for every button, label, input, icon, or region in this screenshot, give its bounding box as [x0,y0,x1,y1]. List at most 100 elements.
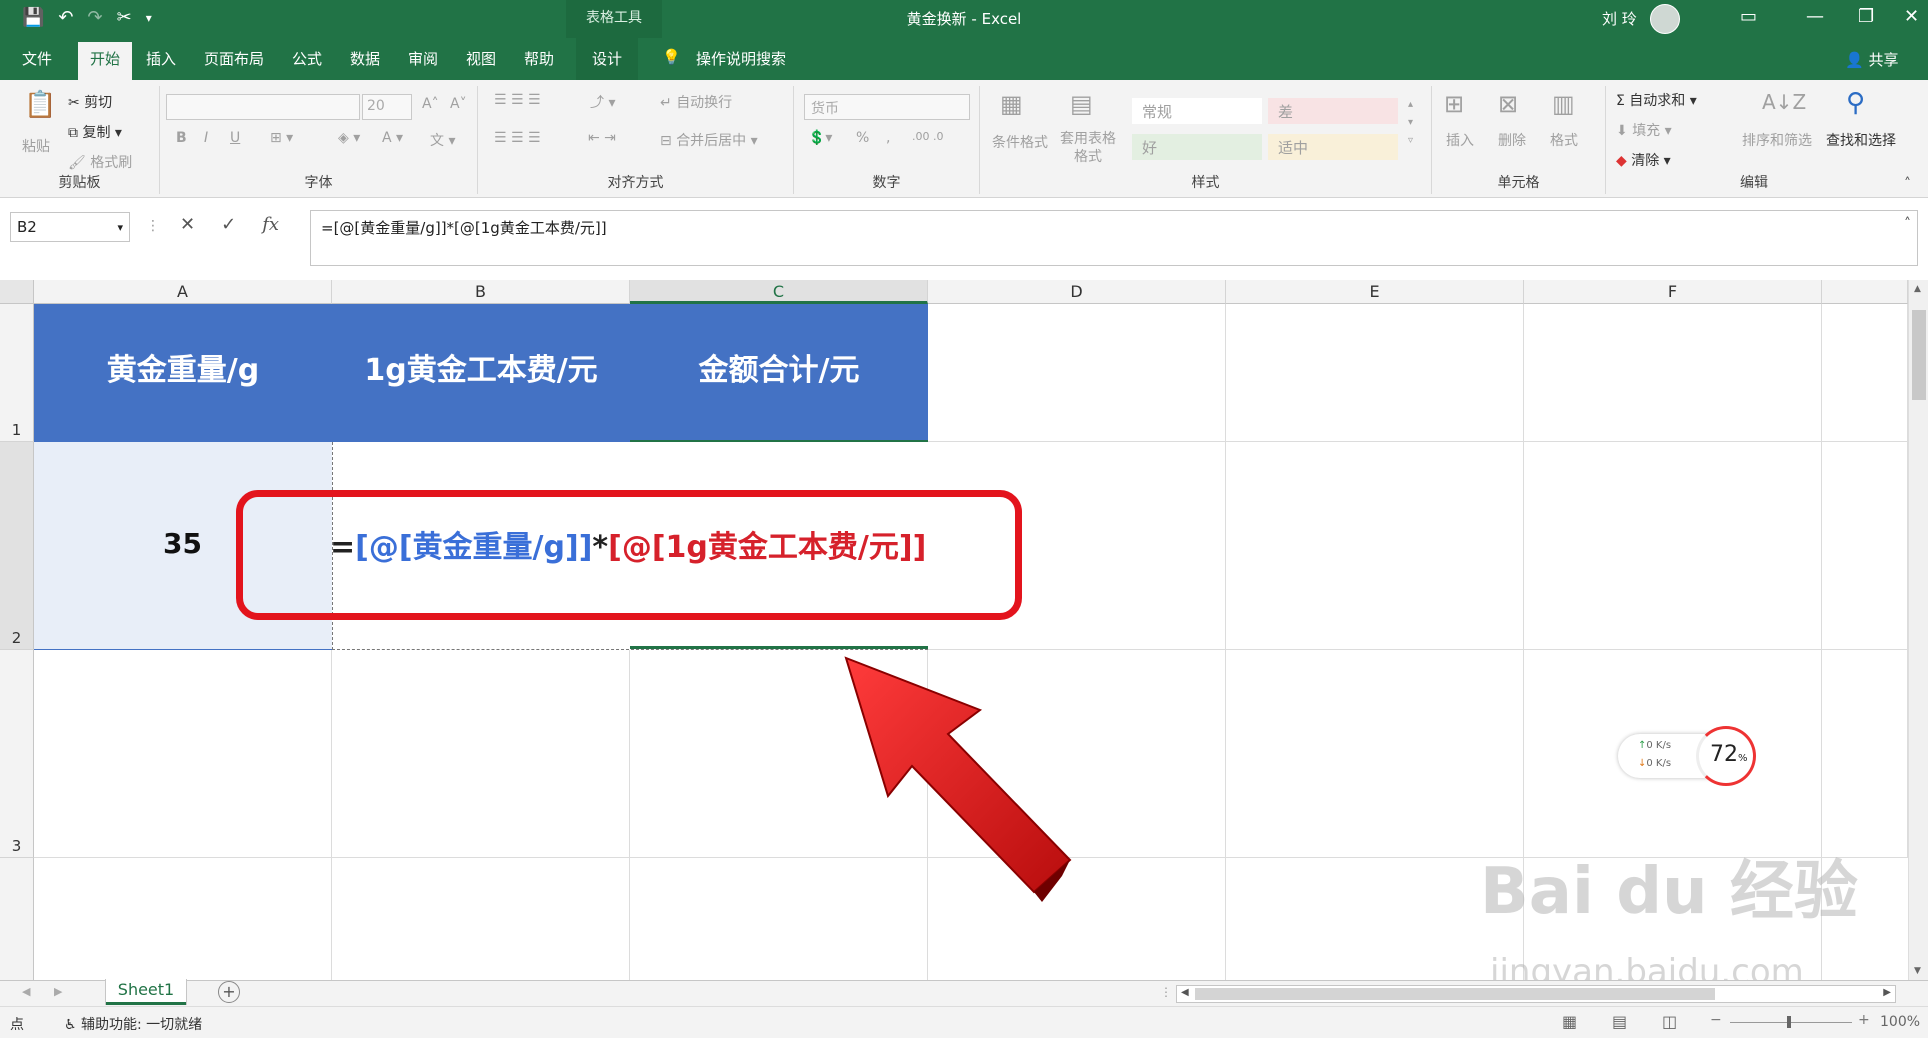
table-header-gold-weight[interactable]: 黄金重量/g [34,304,332,442]
underline-button[interactable]: U [230,130,240,146]
sort-filter-button[interactable]: 排序和筛选 [1742,130,1812,150]
tab-home[interactable]: 开始 [78,42,133,80]
decimal-icon[interactable]: .00 .0 [912,130,944,143]
tab-help[interactable]: 帮助 [524,48,554,69]
scroll-up-icon[interactable]: ▲ [1914,284,1921,294]
name-box-dropdown-icon[interactable]: ▾ [117,221,123,234]
delete-cells-button[interactable]: 删除 [1498,130,1526,150]
network-speed-widget[interactable]: ↑0 K/s ↓0 K/s 72% [1618,726,1756,786]
align-top-icon[interactable]: ☰ ☰ ☰ [494,92,541,108]
delete-cells-icon[interactable]: ⊠ [1498,90,1518,118]
scroll-down-icon[interactable]: ▼ [1914,966,1921,976]
styles-scroll-icon[interactable]: ▴ ▾ ▿ [1408,96,1413,150]
sort-filter-icon[interactable]: A↓Z [1762,90,1806,114]
enter-icon[interactable]: ✓ [221,214,236,235]
user-name[interactable]: 刘 玲 [1602,8,1637,29]
sheet-tab-sheet1[interactable]: Sheet1 [106,979,186,1005]
bold-button[interactable]: B [176,130,187,146]
font-size-select[interactable]: 20 [362,94,412,120]
expand-formula-icon[interactable]: ˄ [1904,216,1911,232]
font-color-icon[interactable]: A ▾ [382,130,403,146]
table-format-button[interactable]: 套用表格格式 [1058,130,1118,166]
paste-icon[interactable]: 📋 [24,90,56,120]
cell-g2[interactable] [1822,442,1908,650]
column-header-d[interactable]: D [928,280,1226,304]
cell-a3[interactable] [34,650,332,858]
style-neutral[interactable]: 适中 [1268,134,1398,160]
comma-button[interactable]: , [886,130,890,146]
vertical-scroll-thumb[interactable] [1912,310,1926,400]
horizontal-scroll-thumb[interactable] [1195,988,1715,1000]
row-header-1[interactable]: 1 [0,304,34,442]
row-header-4[interactable] [0,858,34,980]
tab-formulas[interactable]: 公式 [292,48,322,69]
align-left-icon[interactable]: ☰ ☰ ☰ [494,130,541,146]
borders-icon[interactable]: ⊞ ▾ [270,130,293,146]
tab-file[interactable]: 文件 [22,48,52,69]
merge-center-button[interactable]: ⊟ 合并后居中 ▾ [660,130,758,150]
column-header-f[interactable]: F [1524,280,1822,304]
normal-view-icon[interactable]: ▦ [1562,1012,1577,1031]
tab-split-handle-icon[interactable]: ⋮ [1160,985,1172,999]
grow-font-icon[interactable]: A˄ [422,96,439,112]
table-format-icon[interactable]: ▤ [1070,90,1093,118]
wrap-text-button[interactable]: ↵ 自动换行 [660,92,732,112]
insert-cells-button[interactable]: 插入 [1446,130,1474,150]
column-header-g[interactable] [1822,280,1908,304]
collapse-ribbon-icon[interactable]: ˄ [1904,176,1911,192]
conditional-format-icon[interactable]: ▦ [1000,90,1023,118]
cell-b3[interactable] [332,650,630,858]
insert-function-icon[interactable]: fx [262,214,279,235]
page-break-view-icon[interactable]: ◫ [1662,1012,1677,1031]
scroll-right-icon[interactable]: ▶ [1883,987,1891,998]
cell-f2[interactable] [1524,442,1822,650]
indent-icon[interactable]: ⇤ ⇥ [588,130,616,146]
row-header-2[interactable]: 2 [0,442,34,650]
cell-e2[interactable] [1226,442,1524,650]
tell-me-search[interactable]: 操作说明搜索 [696,48,786,69]
paste-button[interactable]: 粘贴 [22,136,50,156]
zoom-level[interactable]: 100% [1880,1014,1920,1030]
accounting-icon[interactable]: 💲▾ [808,130,832,146]
name-box[interactable]: B2 ▾ [10,212,130,242]
scroll-left-icon[interactable]: ◀ [1181,987,1189,998]
conditional-format-button[interactable]: 条件格式 [992,132,1048,152]
style-normal[interactable]: 常规 [1132,98,1262,124]
accessibility-status[interactable]: ♿ 辅助功能: 一切就绪 [64,1014,202,1034]
select-all-corner[interactable] [0,280,34,304]
vertical-scrollbar[interactable]: ▲ ▼ [1908,280,1928,980]
sheet-next-icon[interactable]: ▶ [54,985,62,998]
cell-f1[interactable] [1524,304,1822,442]
cell-b4[interactable] [332,858,630,980]
format-cells-button[interactable]: 格式 [1550,130,1578,150]
shrink-font-icon[interactable]: A˅ [450,96,467,112]
cut-button[interactable]: ✂ 剪切 [68,92,112,112]
formula-input[interactable]: =[@[黄金重量/g]]*[@[1g黄金工本费/元]] [310,210,1918,266]
italic-button[interactable]: I [204,130,208,146]
cell-e3[interactable] [1226,650,1524,858]
format-cells-icon[interactable]: ▥ [1552,90,1575,118]
fill-button[interactable]: ⬇ 填充 ▾ [1616,120,1672,140]
zoom-in-icon[interactable]: + [1858,1012,1870,1028]
minimize-icon[interactable]: — [1806,6,1824,27]
cell-g3[interactable] [1822,650,1908,858]
restore-icon[interactable]: ❐ [1858,6,1874,27]
column-header-c[interactable]: C [630,280,928,304]
number-format-select[interactable]: 货币 [804,94,970,120]
find-select-button[interactable]: 查找和选择 [1826,130,1896,150]
insert-cells-icon[interactable]: ⊞ [1444,90,1464,118]
row-header-3[interactable]: 3 [0,650,34,858]
font-name-select[interactable] [166,94,360,120]
avatar[interactable] [1650,4,1680,34]
fill-color-icon[interactable]: ◈ ▾ [338,130,360,146]
cell-a4[interactable] [34,858,332,980]
tab-design[interactable]: 设计 [576,38,639,80]
tab-view[interactable]: 视图 [466,48,496,69]
phonetic-icon[interactable]: 文 ▾ [430,130,455,150]
page-layout-view-icon[interactable]: ▤ [1612,1012,1627,1031]
cell-g1[interactable] [1822,304,1908,442]
column-header-b[interactable]: B [332,280,630,304]
tab-data[interactable]: 数据 [350,48,380,69]
zoom-slider[interactable] [1730,1022,1852,1023]
autosum-button[interactable]: Σ 自动求和 ▾ [1616,90,1697,110]
